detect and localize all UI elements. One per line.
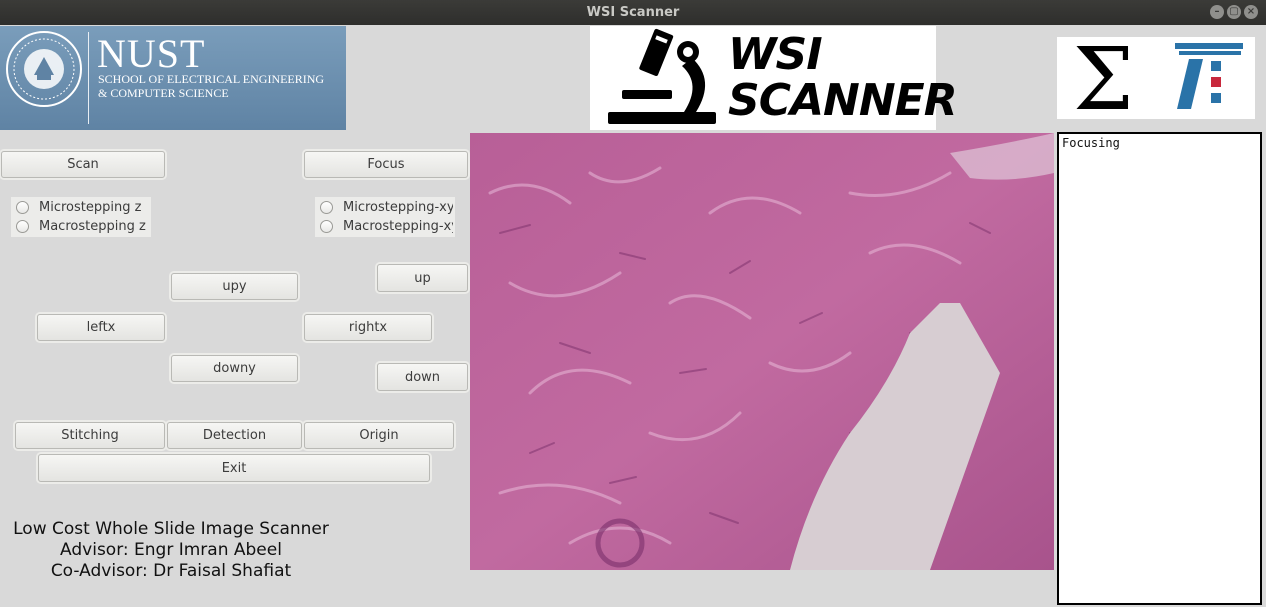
credits-coadvisor: Co-Advisor: Dr Faisal Shafiat [50,561,292,581]
wsi-scanner-logo: WSI SCANNER [590,26,958,130]
upy-button[interactable]: upy [171,273,298,300]
macrostepping-xy-radio[interactable]: Macrostepping-xy [320,217,453,236]
wsi-logo-text: WSI SCANNER [728,29,958,126]
minimize-icon[interactable]: – [1210,5,1224,19]
nust-logo: NUST SCHOOL OF ELECTRICAL ENGINEERING & … [0,26,346,130]
macrostepping-xy-label: Macrostepping-xy [343,219,453,234]
nust-subtitle-line2: & COMPUTER SCIENCE [98,86,229,100]
up-button[interactable]: up [377,264,468,292]
stitching-button[interactable]: Stitching [15,422,165,449]
logo-divider [88,32,89,124]
sigma-icon: Σ [1073,30,1243,130]
window-controls: – ▢ × [1210,5,1258,19]
detection-button[interactable]: Detection [167,422,302,449]
nust-subtitle-line1: SCHOOL OF ELECTRICAL ENGINEERING [98,72,325,86]
origin-button[interactable]: Origin [304,422,454,449]
window-titlebar: WSI Scanner – ▢ × [0,0,1266,25]
nust-subtitle: SCHOOL OF ELECTRICAL ENGINEERING & COMPU… [98,72,348,100]
log-textbox[interactable]: Focusing [1057,132,1262,605]
maximize-icon[interactable]: ▢ [1227,5,1241,19]
microstepping-xy-radio[interactable]: Microstepping-xy [320,198,453,217]
tissue-image [470,133,1054,570]
focus-button[interactable]: Focus [304,151,468,178]
microscope-icon [608,28,716,124]
radio-circle-icon[interactable] [320,220,333,233]
nust-name: NUST [97,31,206,76]
radio-circle-icon[interactable] [16,201,29,214]
nust-seal-icon [6,31,82,107]
sigma-logo: Σ [1057,30,1255,130]
leftx-button[interactable]: leftx [37,314,165,341]
credits-advisor: Advisor: Engr Imran Abeel [60,540,282,560]
microstepping-z-radio[interactable]: Microstepping z [16,198,150,217]
microstepping-z-label: Microstepping z [39,200,142,215]
svg-text:Σ: Σ [1073,37,1134,119]
scan-button[interactable]: Scan [1,151,165,178]
rightx-button[interactable]: rightx [304,314,432,341]
downy-button[interactable]: downy [171,355,298,382]
log-text: Focusing [1062,136,1120,150]
wsi-logo-line2: SCANNER [728,75,958,126]
project-credits: Low Cost Whole Slide Image Scanner Advis… [0,519,342,582]
microstepping-xy-label: Microstepping-xy [343,200,453,215]
credits-title: Low Cost Whole Slide Image Scanner [13,519,329,539]
radio-circle-icon[interactable] [320,201,333,214]
window-title: WSI Scanner [586,5,680,20]
macrostepping-z-radio[interactable]: Macrostepping z [16,217,150,236]
macrostepping-z-label: Macrostepping z [39,219,146,234]
wsi-logo-line1: WSI [728,29,823,80]
exit-button[interactable]: Exit [38,454,430,482]
close-icon[interactable]: × [1244,5,1258,19]
radio-circle-icon[interactable] [16,220,29,233]
specimen-camera-view [470,133,1054,570]
down-button[interactable]: down [377,363,468,391]
